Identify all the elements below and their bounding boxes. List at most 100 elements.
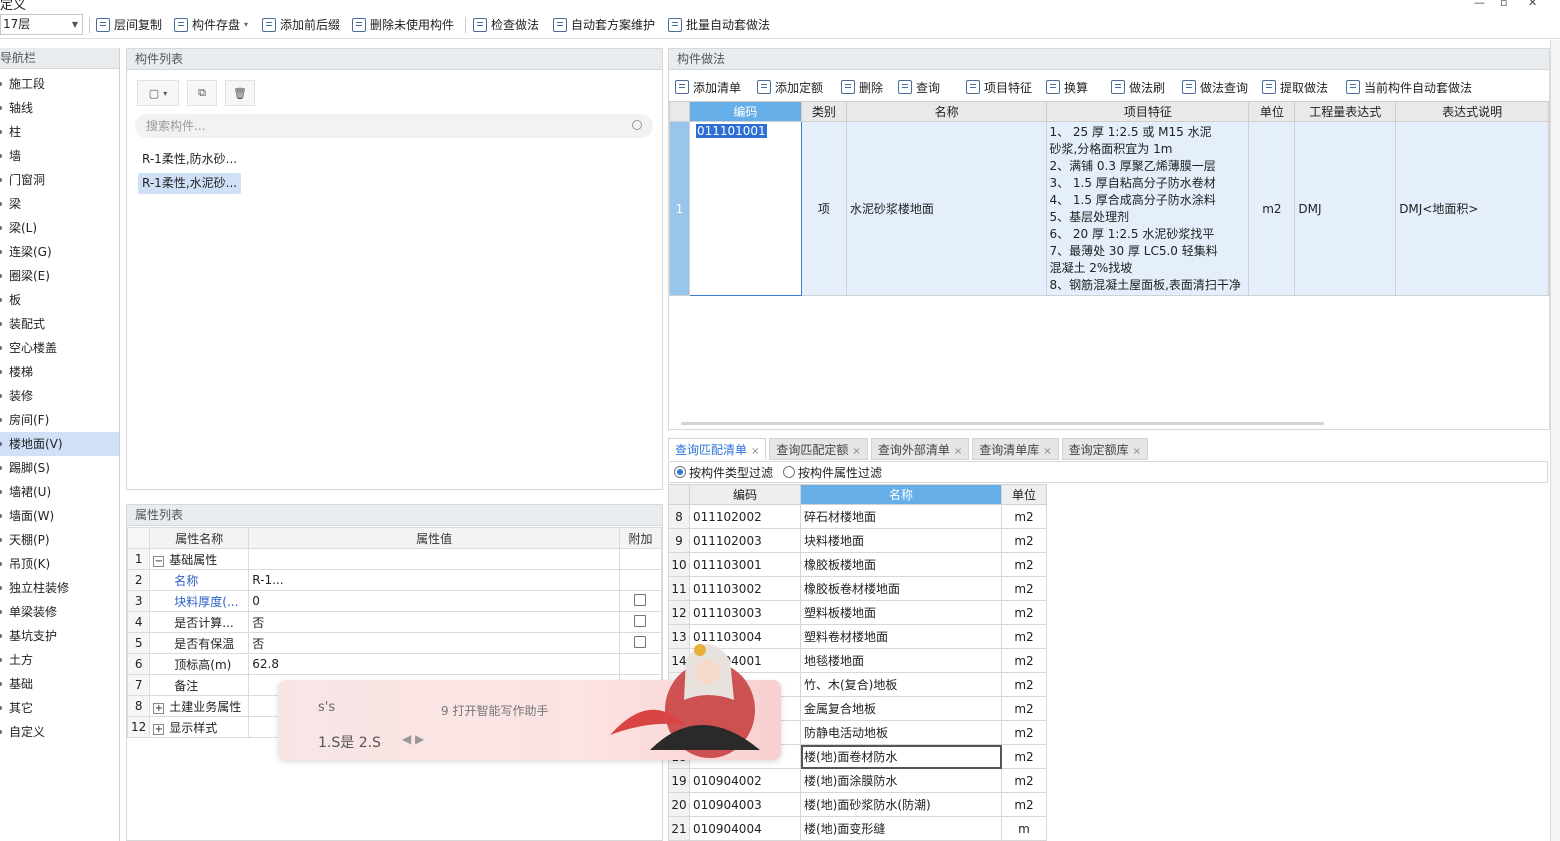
nav-item[interactable]: 单梁装修 bbox=[0, 600, 119, 624]
close-tab-icon[interactable]: × bbox=[1043, 446, 1051, 457]
nav-item[interactable]: 板 bbox=[0, 288, 119, 312]
query-row[interactable]: 8 011102002 碎石材楼地面 m2 bbox=[668, 504, 1047, 529]
method-tool-button[interactable]: 做法刷 bbox=[1111, 75, 1165, 99]
nav-item[interactable]: 自定义 bbox=[0, 720, 119, 744]
property-value[interactable]: R-1... bbox=[248, 569, 620, 591]
method-tool-button[interactable]: 删除 bbox=[841, 75, 883, 99]
maximize-icon[interactable]: ▫ bbox=[1500, 0, 1507, 9]
expression-desc-header[interactable]: 表达式说明 bbox=[1395, 101, 1549, 122]
nav-item[interactable]: 踢脚(S) bbox=[0, 456, 119, 480]
nav-item[interactable]: 圈梁(E) bbox=[0, 264, 119, 288]
name-cell[interactable]: 楼(地)面卷材防水 bbox=[800, 744, 1002, 769]
query-row[interactable]: 9 011102003 块料楼地面 m2 bbox=[668, 528, 1047, 553]
name-cell[interactable]: 碎石材楼地面 bbox=[800, 504, 1002, 529]
property-row[interactable]: 1− 基础属性 bbox=[126, 548, 663, 570]
property-value[interactable]: 否 bbox=[248, 632, 620, 654]
horizontal-scrollbar[interactable] bbox=[681, 422, 1324, 425]
right-scrollbar[interactable] bbox=[1550, 40, 1560, 841]
filter-attr-label[interactable]: 按构件属性过滤 bbox=[798, 464, 882, 481]
method-tool-button[interactable]: 当前构件自动套做法 bbox=[1346, 75, 1472, 99]
feature-cell[interactable]: 1、 25 厚 1:2.5 或 M15 水泥 砂浆,分格面积宜为 1m 2、满铺 0… bbox=[1046, 121, 1250, 296]
query-row[interactable]: 12 011103003 塑料板楼地面 m2 bbox=[668, 600, 1047, 625]
code-cell[interactable]: 010904003 bbox=[689, 792, 801, 817]
query-tab[interactable]: 查询匹配清单 × bbox=[668, 438, 767, 460]
nav-item[interactable]: 连梁(G) bbox=[0, 240, 119, 264]
property-row[interactable]: 4 是否计算... 否 bbox=[126, 611, 663, 633]
nav-item[interactable]: 楼地面(V) bbox=[0, 432, 119, 456]
query-tab[interactable]: 查询清单库 × bbox=[972, 438, 1059, 460]
name-cell[interactable]: 塑料卷材楼地面 bbox=[800, 624, 1002, 649]
close-tab-icon[interactable]: × bbox=[852, 446, 860, 457]
query-row[interactable]: 10 011103001 橡胶板楼地面 m2 bbox=[668, 552, 1047, 577]
nav-item[interactable]: 梁 bbox=[0, 192, 119, 216]
ime-pager[interactable]: ◀ ▶ bbox=[402, 732, 424, 746]
query-row[interactable]: 11 011103002 橡胶板卷材楼地面 m2 bbox=[668, 576, 1047, 601]
query-row[interactable]: 20 010904003 楼(地)面砂浆防水(防潮) m2 bbox=[668, 792, 1047, 817]
type-cell[interactable]: 项 bbox=[800, 121, 847, 296]
nav-item[interactable]: 墙 bbox=[0, 144, 119, 168]
name-cell[interactable]: 防静电活动地板 bbox=[800, 720, 1002, 745]
feature-header[interactable]: 项目特征 bbox=[1046, 101, 1250, 122]
property-group-cell[interactable]: + 土建业务属性 bbox=[149, 695, 250, 717]
name-cell[interactable]: 楼(地)面变形缝 bbox=[800, 816, 1002, 841]
nav-item[interactable]: 空心楼盖 bbox=[0, 336, 119, 360]
unit-cell[interactable]: m bbox=[1001, 816, 1047, 841]
method-tool-button[interactable]: 换算 bbox=[1046, 75, 1088, 99]
name-cell[interactable]: 塑料板楼地面 bbox=[800, 600, 1002, 625]
unit-cell[interactable]: m2 bbox=[1001, 552, 1047, 577]
name-cell[interactable]: 地毯楼地面 bbox=[800, 648, 1002, 673]
code-header[interactable]: 编码 bbox=[689, 484, 801, 505]
unit-cell[interactable]: m2 bbox=[1001, 720, 1047, 745]
unit-cell[interactable]: m2 bbox=[1248, 121, 1296, 296]
name-header[interactable]: 名称 bbox=[800, 484, 1002, 505]
floor-select[interactable]: 17层 ▼ bbox=[0, 14, 83, 35]
close-tab-icon[interactable]: × bbox=[751, 446, 759, 457]
query-tab[interactable]: 查询匹配定额 × bbox=[769, 438, 868, 460]
name-cell[interactable]: 楼(地)面涂膜防水 bbox=[800, 768, 1002, 793]
method-tool-button[interactable]: 添加定额 bbox=[757, 75, 823, 99]
nav-item[interactable]: 楼梯 bbox=[0, 360, 119, 384]
property-row[interactable]: 5 是否有保温否 bbox=[126, 632, 663, 654]
component-search-input[interactable]: 搜索构件... bbox=[135, 114, 653, 138]
code-cell[interactable]: 010904004 bbox=[689, 816, 801, 841]
unit-cell[interactable]: m2 bbox=[1001, 504, 1047, 529]
expression-desc-cell[interactable]: DMJ<地面积> bbox=[1395, 121, 1549, 296]
unit-cell[interactable]: m2 bbox=[1001, 600, 1047, 625]
nav-item[interactable]: 土方 bbox=[0, 648, 119, 672]
code-cell[interactable]: 010904002 bbox=[689, 768, 801, 793]
nav-item[interactable]: 天棚(P) bbox=[0, 528, 119, 552]
nav-item[interactable]: 装修 bbox=[0, 384, 119, 408]
close-tab-icon[interactable]: × bbox=[1133, 446, 1141, 457]
add-prefix-button[interactable]: 添加前后缀 bbox=[262, 10, 340, 39]
unit-cell[interactable]: m2 bbox=[1001, 576, 1047, 601]
nav-item[interactable]: 基础 bbox=[0, 672, 119, 696]
nav-item[interactable]: 其它 bbox=[0, 696, 119, 720]
code-header[interactable]: 编码 bbox=[688, 101, 802, 122]
query-row[interactable]: 19 010904002 楼(地)面涂膜防水 m2 bbox=[668, 768, 1047, 793]
nav-item[interactable]: 基坑支护 bbox=[0, 624, 119, 648]
extra-checkbox[interactable] bbox=[634, 593, 647, 606]
expression-header[interactable]: 工程量表达式 bbox=[1294, 101, 1397, 122]
expression-cell[interactable]: DMJ bbox=[1294, 121, 1397, 296]
unit-cell[interactable]: m2 bbox=[1001, 768, 1047, 793]
method-tool-button[interactable]: 添加清单 bbox=[675, 75, 741, 99]
code-cell[interactable]: 011101001 bbox=[688, 121, 802, 296]
property-group-cell[interactable]: − 基础属性 bbox=[149, 548, 250, 570]
unit-cell[interactable]: m2 bbox=[1001, 792, 1047, 817]
unit-cell[interactable]: m2 bbox=[1001, 624, 1047, 649]
check-method-button[interactable]: 检查做法 bbox=[473, 10, 539, 39]
extra-checkbox[interactable] bbox=[634, 614, 647, 627]
filter-attr-radio[interactable] bbox=[783, 466, 796, 478]
method-tool-button[interactable]: 提取做法 bbox=[1262, 75, 1328, 99]
nav-item[interactable]: 柱 bbox=[0, 120, 119, 144]
nav-item[interactable]: 施工段 bbox=[0, 72, 119, 96]
expand-icon[interactable]: − bbox=[153, 555, 165, 567]
ime-assistant-hint[interactable]: 9 打开智能写作助手 bbox=[441, 702, 548, 719]
property-extra[interactable] bbox=[618, 569, 663, 591]
unit-header[interactable]: 单位 bbox=[1001, 484, 1047, 505]
method-tool-button[interactable]: 项目特征 bbox=[966, 75, 1032, 99]
property-row[interactable]: 2 名称 R-1... bbox=[126, 569, 663, 591]
close-icon[interactable]: ✕ bbox=[1528, 0, 1537, 9]
property-value[interactable]: 否 bbox=[248, 611, 620, 633]
close-tab-icon[interactable]: × bbox=[954, 446, 962, 457]
